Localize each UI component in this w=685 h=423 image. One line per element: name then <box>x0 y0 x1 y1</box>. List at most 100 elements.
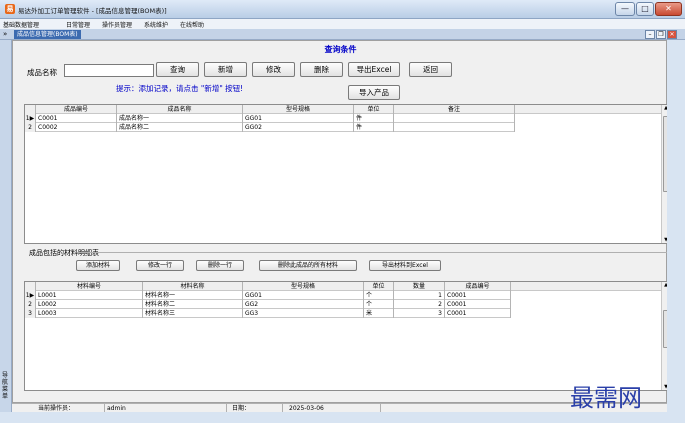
edit-row-button[interactable]: 修改一行 <box>136 260 184 271</box>
material-product-cell[interactable]: C0001 <box>445 291 511 300</box>
row-header-corner <box>25 105 36 114</box>
table-row[interactable]: 1▶ L0001 材料名称一 GG01 个 1 C0001 <box>25 291 511 300</box>
sidebar-label: 导航菜单 <box>2 372 9 400</box>
product-note-cell[interactable] <box>394 123 515 132</box>
column-header[interactable]: 型号规格 <box>243 105 354 114</box>
menu-daily[interactable]: 日常管理 <box>66 20 90 29</box>
product-code-cell[interactable]: C0002 <box>36 123 117 132</box>
row-pointer-icon: 1▶ <box>25 114 36 123</box>
product-name-cell[interactable]: 成品名称一 <box>117 114 243 123</box>
product-unit-cell[interactable]: 件 <box>354 114 394 123</box>
close-button[interactable]: ✕ <box>655 2 682 16</box>
window-title: 易达外加工订单管理软件 - [成品信息管理(BOM表)] <box>18 7 167 15</box>
minimize-icon: — <box>621 4 629 13</box>
edit-button[interactable]: 修改 <box>252 62 295 77</box>
product-model-cell[interactable]: GG02 <box>243 123 354 132</box>
close-icon: ✕ <box>665 4 672 13</box>
window-right-edge <box>667 40 685 423</box>
table-row[interactable]: 1▶ C0001 成品名称一 GG01 件 <box>25 114 515 123</box>
materials-section-title: 成品包括的材料明细表 <box>29 249 99 257</box>
product-note-cell[interactable] <box>394 114 515 123</box>
maximize-icon: □ <box>641 4 649 13</box>
export-materials-button[interactable]: 导出材料到Excel <box>369 260 441 271</box>
column-header[interactable]: 成品名称 <box>117 105 243 114</box>
query-section-title: 查询条件 <box>324 45 357 54</box>
column-header[interactable]: 材料名称 <box>143 282 243 291</box>
window-bottom-edge <box>0 412 685 423</box>
minimize-button[interactable]: — <box>615 2 635 16</box>
mdi-tab-bar: » 成品信息管理(BOM表) – ❐ ✕ <box>0 29 685 40</box>
minimize-icon: – <box>648 31 652 38</box>
column-header[interactable]: 成品编号 <box>36 105 117 114</box>
add-button[interactable]: 新增 <box>204 62 247 77</box>
material-product-cell[interactable]: C0001 <box>445 300 511 309</box>
table-row[interactable]: 2 C0002 成品名称二 GG02 件 <box>25 123 515 132</box>
material-product-cell[interactable]: C0001 <box>445 309 511 318</box>
material-unit-cell[interactable]: 个 <box>364 291 394 300</box>
material-name-cell[interactable]: 材料名称二 <box>143 300 243 309</box>
add-material-button[interactable]: 添加材料 <box>76 260 120 271</box>
product-name-cell[interactable]: 成品名称二 <box>117 123 243 132</box>
menu-help[interactable]: 在线帮助 <box>180 20 204 29</box>
app-logo-icon: 易 <box>5 4 15 14</box>
hint-text: 提示：添加记录，请点击 "新增" 按钮! <box>116 84 244 93</box>
column-header[interactable]: 数量 <box>394 282 445 291</box>
material-model-cell[interactable]: GG3 <box>243 309 364 318</box>
material-unit-cell[interactable]: 个 <box>364 300 394 309</box>
column-header[interactable]: 材料编号 <box>36 282 143 291</box>
navigation-sidebar[interactable]: 导航菜单 <box>0 40 12 412</box>
material-code-cell[interactable]: L0003 <box>36 309 143 318</box>
delete-button[interactable]: 删除 <box>300 62 343 77</box>
material-unit-cell[interactable]: 米 <box>364 309 394 318</box>
delete-row-button[interactable]: 删除一行 <box>196 260 244 271</box>
mdi-restore-button[interactable]: ❐ <box>656 30 666 39</box>
materials-grid[interactable]: 材料编号 材料名称 型号规格 单位 数量 成品编号 1▶ L0001 材料名称一… <box>24 281 671 391</box>
product-name-input[interactable] <box>64 64 154 77</box>
material-name-cell[interactable]: 材料名称一 <box>143 291 243 300</box>
row-pointer-icon: 1▶ <box>25 291 36 300</box>
menu-bar: 基础数据管理 日常管理 操作员管理 系统维护 在线帮助 <box>0 19 685 29</box>
menu-basic-data[interactable]: 基础数据管理 <box>3 20 39 29</box>
product-code-cell[interactable]: C0001 <box>36 114 117 123</box>
material-qty-cell[interactable]: 2 <box>394 300 445 309</box>
product-bom-form: 查询条件 成品名称 查询 新增 修改 删除 导出Excel 返回 提示：添加记录… <box>12 40 671 403</box>
section-divider <box>77 252 669 253</box>
material-qty-cell[interactable]: 3 <box>394 309 445 318</box>
column-header[interactable]: 型号规格 <box>243 282 364 291</box>
material-qty-cell[interactable]: 1 <box>394 291 445 300</box>
table-row[interactable]: 3 L0003 材料名称三 GG3 米 3 C0001 <box>25 309 511 318</box>
column-header[interactable]: 成品编号 <box>445 282 511 291</box>
row-number: 3 <box>25 309 36 318</box>
window-title-bar: 易 易达外加工订单管理软件 - [成品信息管理(BOM表)] — □ ✕ <box>0 0 685 19</box>
material-code-cell[interactable]: L0001 <box>36 291 143 300</box>
product-unit-cell[interactable]: 件 <box>354 123 394 132</box>
material-model-cell[interactable]: GG01 <box>243 291 364 300</box>
menu-operators[interactable]: 操作员管理 <box>102 20 132 29</box>
column-header[interactable]: 单位 <box>364 282 394 291</box>
table-row[interactable]: 2 L0002 材料名称二 GG2 个 2 C0001 <box>25 300 511 309</box>
products-grid[interactable]: 成品编号 成品名称 型号规格 单位 备注 1▶ C0001 成品名称一 GG01… <box>24 104 671 244</box>
row-header-corner <box>25 282 36 291</box>
material-name-cell[interactable]: 材料名称三 <box>143 309 243 318</box>
delete-all-materials-button[interactable]: 删除此成品的所有材料 <box>259 260 357 271</box>
mdi-minimize-button[interactable]: – <box>645 30 655 39</box>
mdi-tab-title[interactable]: 成品信息管理(BOM表) <box>14 30 81 39</box>
chevron-right-icon[interactable]: » <box>3 30 7 38</box>
back-button[interactable]: 返回 <box>409 62 452 77</box>
maximize-button[interactable]: □ <box>636 2 654 16</box>
column-header[interactable]: 备注 <box>394 105 515 114</box>
mdi-close-button[interactable]: ✕ <box>667 30 677 39</box>
import-products-button[interactable]: 导入产品 <box>348 85 400 100</box>
status-bar: 当前操作员： admin 日期： 2025-03-06 <box>12 403 667 413</box>
row-number: 2 <box>25 123 36 132</box>
product-name-label: 成品名称 <box>27 68 57 77</box>
material-model-cell[interactable]: GG2 <box>243 300 364 309</box>
material-code-cell[interactable]: L0002 <box>36 300 143 309</box>
menu-system[interactable]: 系统维护 <box>144 20 168 29</box>
products-grid-header: 成品编号 成品名称 型号规格 单位 备注 <box>25 105 663 114</box>
column-header[interactable]: 单位 <box>354 105 394 114</box>
row-number: 2 <box>25 300 36 309</box>
export-excel-button[interactable]: 导出Excel <box>348 62 400 77</box>
search-button[interactable]: 查询 <box>156 62 199 77</box>
product-model-cell[interactable]: GG01 <box>243 114 354 123</box>
